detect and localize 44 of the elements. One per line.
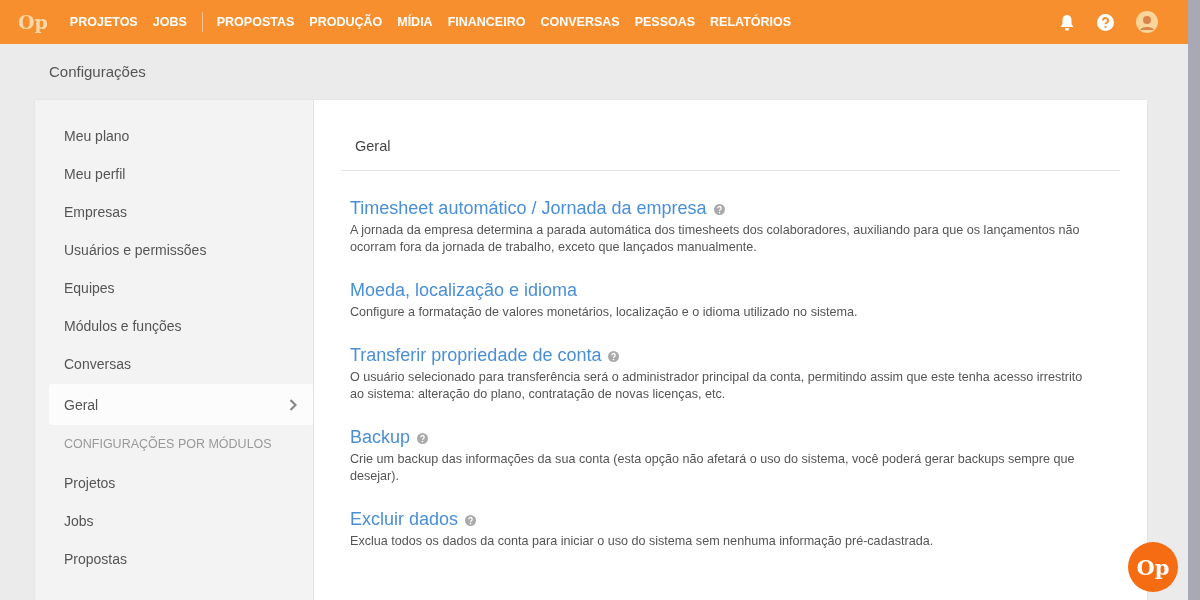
help-icon[interactable]: [608, 351, 620, 362]
sidebar-item[interactable]: Empresas: [49, 193, 313, 231]
chat-button[interactable]: Op: [1128, 542, 1178, 592]
scrollbar[interactable]: [1188, 0, 1200, 600]
section-description: Crie um backup das informações da sua conta (esta opção não afetará o uso do sistema, você poderá gerar backups sempre que desejar).: [350, 451, 1076, 485]
section-description: Exclua todos os dados da conta para iniciar o uso do sistema sem nenhuma informação pré-cadastrada.: [350, 533, 935, 550]
nav-link[interactable]: JOBS: [152, 15, 187, 29]
section-description: Configure a formatação de valores monetários, localização e o idioma utilizado no sistema.: [350, 304, 859, 321]
page-title: Configurações: [48, 62, 147, 82]
section-description: A jornada da empresa determina a parada automática dos timesheets dos colaboradores, auxiliando para que os lançamentos não ocorram fora da jornada de trabalho, exceto que lançados manualmente.: [350, 222, 1081, 256]
sidebar-item[interactable]: Módulos e funções: [49, 307, 313, 345]
nav-link[interactable]: PROJETOS: [69, 15, 138, 29]
sidebar-item[interactable]: Equipes: [49, 269, 313, 307]
help-icon[interactable]: [1097, 13, 1114, 31]
help-icon[interactable]: [417, 433, 429, 444]
section-link[interactable]: Moeda, localização e idioma: [350, 280, 578, 301]
nav-link[interactable]: RELATÓRIOS: [710, 15, 792, 29]
section-heading: CONFIGURAÇÕES POR MÓDULOS: [63, 435, 273, 453]
section-link[interactable]: Timesheet automático / Jornada da empresa: [350, 198, 707, 219]
section-link[interactable]: Backup: [350, 427, 411, 448]
section-link[interactable]: Excluir dados: [350, 509, 459, 530]
section-description: O usuário selecionado para transferência será o administrador principal da conta, permitindo assim que este tenha acesso irrestrito ao sistema: alteração do plano, contratação de novas licenças, etc.: [350, 369, 1084, 403]
sidebar-item[interactable]: Meu perfil: [49, 155, 313, 193]
nav-link[interactable]: CONVERSAS: [540, 15, 620, 29]
nav-link[interactable]: FINANCEIRO: [447, 15, 526, 29]
content-heading: Geral: [341, 100, 1120, 171]
sidebar-item[interactable]: Meu plano: [49, 117, 313, 155]
chevron-right-icon: [289, 398, 297, 411]
sidebar-item[interactable]: Jobs: [49, 502, 313, 540]
sidebar-item[interactable]: Geral: [49, 384, 313, 425]
help-icon[interactable]: [713, 204, 725, 215]
nav-link[interactable]: MÍDIA: [397, 15, 433, 29]
sidebar-item[interactable]: Projetos: [49, 464, 313, 502]
nav-link[interactable]: PRODUÇÃO: [309, 15, 383, 29]
avatar-icon[interactable]: [1136, 11, 1158, 33]
sidebar-item[interactable]: Usuários e permissões: [49, 231, 313, 269]
sidebar-item[interactable]: Conversas: [49, 345, 313, 383]
logo[interactable]: Op: [18, 11, 48, 33]
help-icon[interactable]: [465, 515, 477, 526]
nav-link[interactable]: PROPOSTAS: [216, 15, 295, 29]
nav-link[interactable]: PESSOAS: [634, 15, 696, 29]
section-link[interactable]: Transferir propriedade de conta: [350, 345, 602, 366]
bell-icon[interactable]: [1059, 13, 1075, 31]
sidebar-item[interactable]: Propostas: [49, 540, 313, 578]
